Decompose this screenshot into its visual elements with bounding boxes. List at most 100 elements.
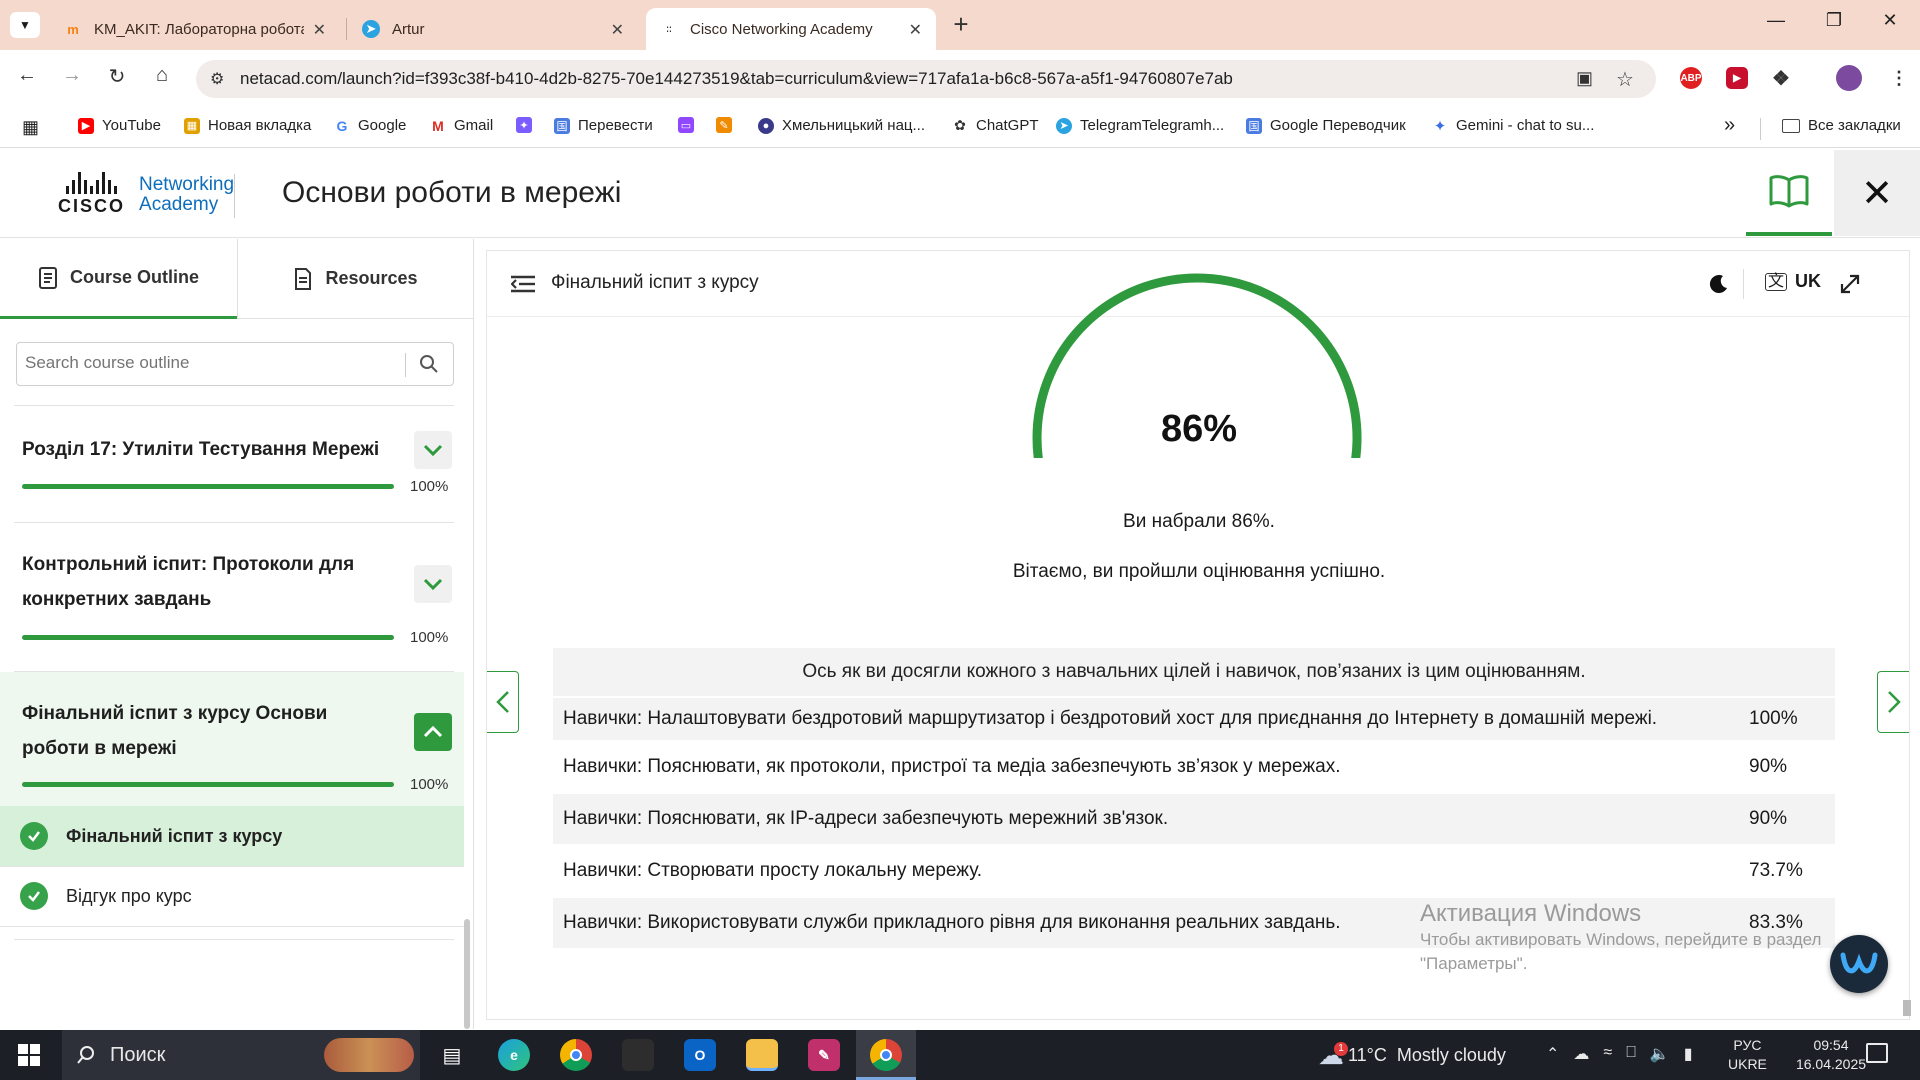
browser-menu-icon[interactable]: ⋮ (1888, 67, 1910, 89)
battery-icon[interactable]: ▮ (1684, 1044, 1693, 1064)
volume-icon[interactable]: 🔈 (1650, 1044, 1670, 1064)
bookmark-university[interactable]: ● Хмельницький нац... (758, 117, 925, 134)
site-info-icon[interactable]: ⚙ (210, 69, 224, 89)
page-scrollbar-arrow[interactable] (1903, 1000, 1911, 1016)
all-bookmarks-button[interactable]: Все закладки (1782, 117, 1901, 134)
search-course-outline (16, 342, 454, 386)
item-label: Відгук про курс (66, 885, 192, 906)
skill-label: Навички: Налаштовувати бездротовий маршр… (563, 708, 1658, 729)
task-view-icon[interactable]: ▤ (436, 1039, 468, 1071)
notification-center-icon[interactable] (1866, 1043, 1888, 1063)
telegram-icon: ➤ (1056, 117, 1072, 134)
outline-section-control-exam[interactable]: Контрольний іспит: Протоколи для конкрет… (0, 522, 464, 670)
close-tab-icon[interactable]: ✕ (909, 20, 922, 40)
language-selector[interactable]: 文 UK (1765, 271, 1821, 292)
browser-toolbar: ← → ↻ ⌂ ⚙ netacad.com/launch?id=f393c38f… (0, 50, 1920, 108)
webex-assistant-button[interactable] (1830, 935, 1888, 993)
forward-button[interactable]: → (57, 64, 87, 87)
browser-tab-telegram[interactable]: ➤ Artur ✕ (348, 8, 638, 50)
chatgpt-icon: ✿ (952, 117, 968, 134)
bookmark-google-translate[interactable]: 国 Google Переводчик (1246, 117, 1406, 134)
outline-section-final-exam[interactable]: Фінальний іспит з курсу Основи роботи в … (0, 672, 464, 806)
close-window-button[interactable]: ✕ (1870, 10, 1910, 31)
outline-item-final-exam[interactable]: Фінальний іспит з курсу (0, 806, 464, 866)
dark-mode-moon-icon[interactable] (1709, 274, 1729, 294)
close-course-button[interactable]: ✕ (1834, 150, 1920, 236)
close-tab-icon[interactable]: ✕ (313, 20, 326, 40)
profile-avatar[interactable] (1836, 65, 1862, 91)
chevron-up-icon[interactable]: ⌃ (1546, 1044, 1559, 1064)
next-page-button[interactable] (1877, 671, 1909, 733)
cisco-networking-academy-logo[interactable]: CISCO Networking Academy (58, 172, 234, 217)
adblock-extension-icon[interactable]: ABP (1680, 67, 1702, 89)
section-progress-bar (22, 635, 394, 640)
chevron-down-icon (423, 444, 443, 456)
course-title: Основи роботи в мережі (282, 176, 622, 209)
bookmark-pencil[interactable]: ✎ (716, 117, 740, 133)
tab-course-outline[interactable]: Course Outline (0, 239, 237, 319)
course-book-button[interactable] (1746, 150, 1832, 236)
outline-item-course-feedback[interactable]: Відгук про курс (0, 866, 464, 926)
start-windows-icon[interactable] (18, 1044, 40, 1066)
bookmark-translate[interactable]: 国 Перевести (554, 117, 653, 134)
close-tab-icon[interactable]: ✕ (611, 20, 624, 40)
success-message: Вітаємо, ви пройшли оцінювання успішно. (1012, 561, 1386, 582)
restore-window-button[interactable]: ❐ (1814, 10, 1854, 31)
edge-browser-icon[interactable]: e (498, 1039, 530, 1071)
fullscreen-expand-icon[interactable] (1839, 273, 1861, 295)
bookmark-google[interactable]: G Google (334, 117, 406, 134)
file-explorer-icon[interactable] (746, 1039, 778, 1071)
bookmark-new-tab[interactable]: ▦ Новая вкладка (184, 117, 311, 134)
bookmark-ai[interactable]: ✦ (516, 117, 540, 133)
outlook-icon[interactable]: O (684, 1039, 716, 1071)
bookmark-gmail[interactable]: M Gmail (430, 117, 493, 134)
skill-row: Навички: Пояснювати, як протоколи, прист… (553, 740, 1835, 792)
complete-check-icon (20, 882, 48, 910)
bookmark-chatgpt[interactable]: ✿ ChatGPT (952, 117, 1039, 134)
wifi-icon[interactable]: ≈ (1603, 1044, 1612, 1064)
video-extension-icon[interactable]: ▶ (1726, 67, 1748, 89)
browser-tab-cisco[interactable]: ∶∶ Cisco Networking Academy ✕ (646, 8, 936, 50)
install-app-icon[interactable]: ▣ (1576, 68, 1593, 89)
chrome-browser-icon[interactable] (560, 1039, 592, 1071)
address-bar[interactable]: ⚙ netacad.com/launch?id=f393c38f-b410-4d… (196, 60, 1656, 98)
home-button[interactable]: ⌂ (147, 64, 177, 87)
browser-tab-moodle[interactable]: m KM_AKIT: Лабораторна робота ✕ (50, 8, 340, 50)
microsoft-store-icon[interactable] (622, 1039, 654, 1071)
new-tab-button[interactable]: + (946, 10, 976, 40)
bookmark-twitch[interactable]: ▭ (678, 117, 702, 133)
bookmarks-overflow-icon[interactable]: » (1724, 114, 1735, 137)
moodle-icon: m (67, 21, 79, 37)
taskbar-search[interactable]: Поиск (62, 1030, 420, 1080)
tab-resources[interactable]: Resources (237, 239, 474, 319)
bookmark-gemini[interactable]: ✦ Gemini - chat to su... (1432, 117, 1594, 135)
extensions-puzzle-icon[interactable]: ❖ (1770, 67, 1792, 90)
search-icon[interactable] (419, 354, 439, 374)
minimize-window-button[interactable]: — (1756, 10, 1796, 31)
outline-section-17[interactable]: Розділ 17: Утиліти Тестування Мережі 100… (0, 405, 464, 521)
reload-button[interactable]: ↻ (102, 64, 132, 89)
bookmark-youtube[interactable]: ▶ YouTube (78, 117, 161, 134)
network-icon[interactable]: ⎕ (1626, 1044, 1636, 1064)
weather-widget[interactable]: ☁ 1 11°C Mostly cloudy (1318, 1030, 1506, 1080)
sidebar-divider (0, 926, 464, 927)
bookmark-star-icon[interactable]: ☆ (1616, 67, 1634, 92)
sidebar-scrollbar[interactable] (464, 919, 470, 1029)
chevron-down-icon (423, 578, 443, 590)
section-collapse-button[interactable] (414, 713, 452, 751)
section-expand-button[interactable] (414, 565, 452, 603)
apps-grid-icon[interactable]: ▦ (22, 117, 39, 138)
skill-row: Навички: Пояснювати, як IP-адреси забезп… (553, 792, 1835, 844)
search-input[interactable] (17, 343, 397, 383)
tab-search-chevron-icon[interactable]: ▼ (10, 12, 40, 38)
input-language-indicator[interactable]: РУС UKRE (1728, 1036, 1767, 1074)
clock[interactable]: 09:54 16.04.2025 (1786, 1036, 1876, 1074)
bookmark-telegram[interactable]: ➤ TelegramTelegramh... (1056, 117, 1224, 134)
section-expand-button[interactable] (414, 431, 452, 469)
chrome-profile-app-icon[interactable] (870, 1039, 902, 1071)
back-button[interactable]: ← (12, 64, 42, 87)
onedrive-cloud-icon[interactable]: ☁ (1573, 1044, 1589, 1064)
previous-page-button[interactable] (487, 671, 519, 733)
collapse-menu-icon[interactable] (511, 275, 535, 293)
paint-app-icon[interactable]: ✎ (808, 1039, 840, 1071)
